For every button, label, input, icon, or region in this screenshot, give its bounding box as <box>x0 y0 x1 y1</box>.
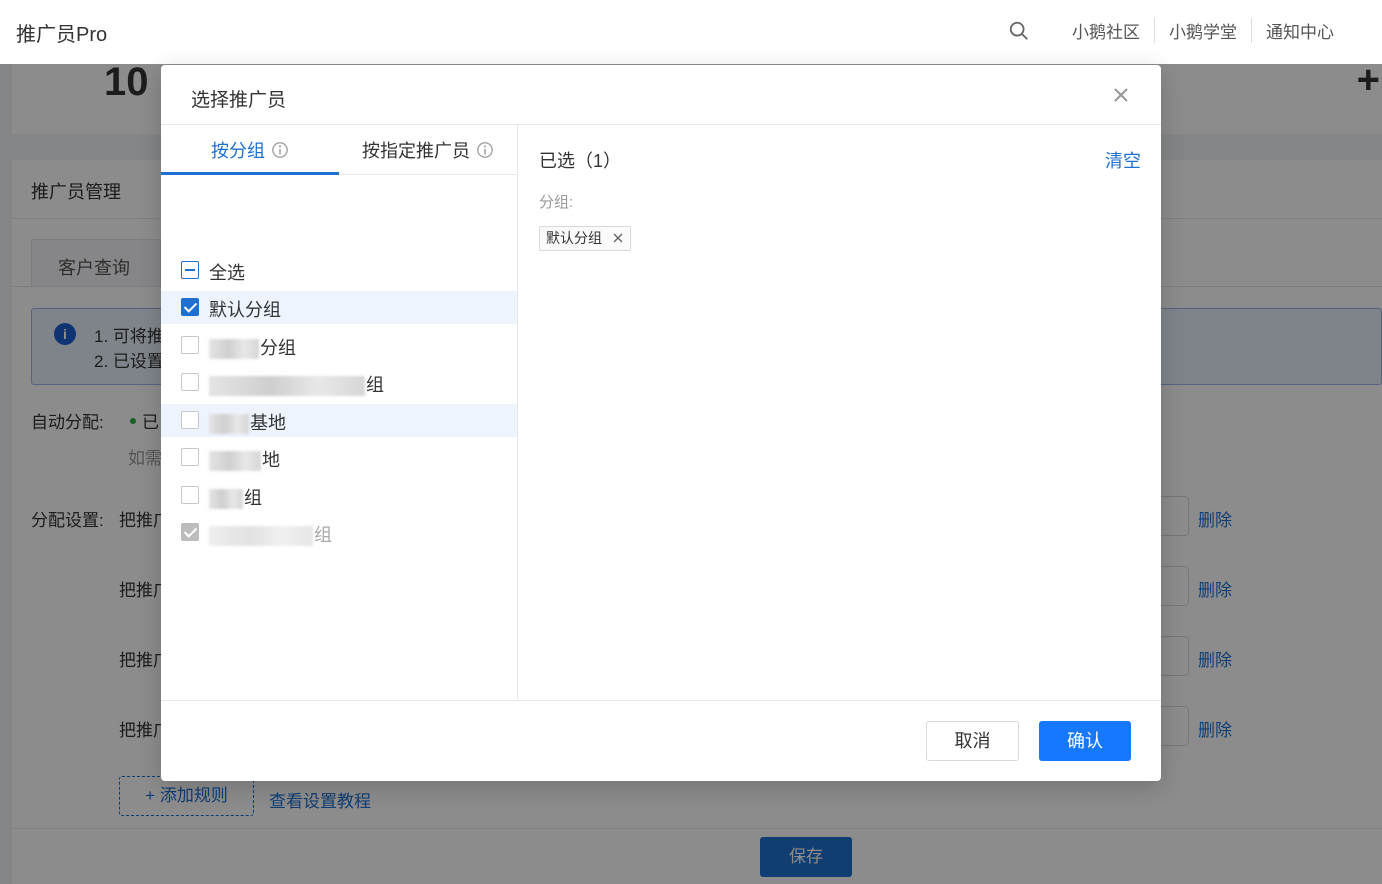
group-checkbox[interactable] <box>181 448 199 466</box>
group-label-wrap: 地 <box>209 446 280 472</box>
select-promoter-modal: 选择推广员 按分组 按指定推广员 全选 默认分组 分组 组 基地 地 组 组 已… <box>161 65 1161 781</box>
selected-count-title: 已选（1） <box>539 151 622 171</box>
group-list-pane: 按分组 按指定推广员 全选 默认分组 分组 组 基地 地 组 组 <box>161 125 518 700</box>
info-circle-icon[interactable] <box>271 141 289 159</box>
group-checkbox <box>181 523 199 541</box>
search-icon[interactable] <box>1008 20 1030 42</box>
group-label: 组 <box>244 488 262 508</box>
tab-by-promoter[interactable]: 按指定推广员 <box>362 125 494 175</box>
clear-button[interactable]: 清空 <box>1105 147 1141 173</box>
selected-group-label: 分组: <box>539 194 574 211</box>
redacted-text <box>209 451 261 472</box>
group-row[interactable]: 组 <box>161 479 517 512</box>
selected-pane: 已选（1） 清空 分组: 默认分组 <box>519 125 1161 700</box>
select-all-row[interactable]: 全选 <box>161 254 517 287</box>
group-label: 组 <box>366 375 384 395</box>
confirm-button[interactable]: 确认 <box>1039 721 1131 761</box>
modal-title: 选择推广员 <box>191 90 287 111</box>
group-label-wrap: 基地 <box>209 409 286 435</box>
close-icon[interactable] <box>1109 83 1133 107</box>
group-checkbox[interactable] <box>181 298 199 316</box>
group-row[interactable]: 默认分组 <box>161 291 517 324</box>
group-row[interactable]: 分组 <box>161 329 517 362</box>
redacted-text <box>209 376 365 397</box>
group-label: 默认分组 <box>209 300 281 320</box>
nav-notifications[interactable]: 通知中心 <box>1251 18 1348 43</box>
redacted-text <box>209 526 313 547</box>
selected-tag: 默认分组 <box>539 226 631 251</box>
group-row[interactable]: 组 <box>161 366 517 399</box>
group-label-wrap: 组 <box>209 371 384 397</box>
group-label-wrap: 分组 <box>209 334 296 360</box>
group-label: 组 <box>314 525 332 545</box>
group-label-wrap: 组 <box>209 484 262 510</box>
group-label: 分组 <box>260 338 296 358</box>
tag-label: 默认分组 <box>546 230 602 246</box>
nav-academy[interactable]: 小鹅学堂 <box>1154 18 1251 43</box>
top-bar: 推广员Pro 小鹅社区 小鹅学堂 通知中心 <box>0 0 1382 64</box>
group-checkbox[interactable] <box>181 411 199 429</box>
info-circle-icon[interactable] <box>476 141 494 159</box>
group-checkbox[interactable] <box>181 486 199 504</box>
nav-community[interactable]: 小鹅社区 <box>1058 18 1154 43</box>
active-tab-indicator <box>161 172 339 175</box>
modal-footer: 取消 确认 <box>161 700 1161 781</box>
group-label-wrap: 组 <box>209 521 332 547</box>
modal-header: 选择推广员 <box>161 65 1161 125</box>
group-row: 组 <box>161 516 517 549</box>
close-icon[interactable] <box>612 232 624 244</box>
group-label: 地 <box>262 450 280 470</box>
tab-by-group[interactable]: 按分组 <box>211 125 289 175</box>
tab-label: 按分组 <box>211 141 265 161</box>
selection-tabs: 按分组 按指定推广员 <box>161 125 518 175</box>
group-row[interactable]: 基地 <box>161 404 517 437</box>
redacted-text <box>209 489 243 510</box>
group-checkbox[interactable] <box>181 373 199 391</box>
cancel-button[interactable]: 取消 <box>926 721 1019 761</box>
select-all-label: 全选 <box>209 263 245 283</box>
redacted-text <box>209 339 259 360</box>
select-all-checkbox[interactable] <box>181 261 199 279</box>
top-nav: 小鹅社区 小鹅学堂 通知中心 <box>1008 18 1348 43</box>
tab-label: 按指定推广员 <box>362 141 470 161</box>
app-title: 推广员Pro <box>16 24 108 46</box>
group-label: 基地 <box>250 413 286 433</box>
group-checkbox[interactable] <box>181 336 199 354</box>
group-row[interactable]: 地 <box>161 441 517 474</box>
redacted-text <box>209 414 249 435</box>
